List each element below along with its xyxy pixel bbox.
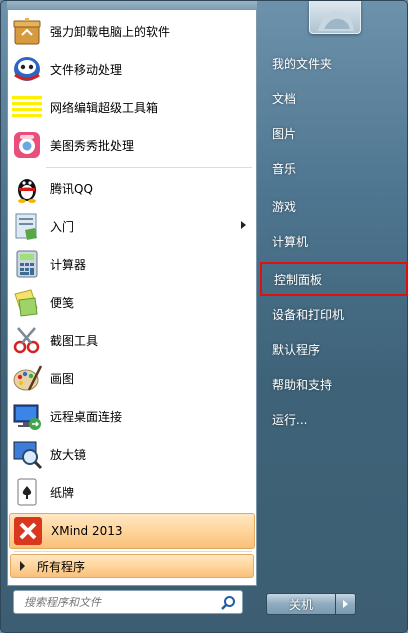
item-label: XMind 2013 — [51, 524, 123, 538]
file-move-icon — [14, 57, 40, 81]
place-documents[interactable]: 文档 — [260, 82, 408, 114]
shutdown-button[interactable]: 关机 — [266, 593, 336, 615]
shutdown-options-button[interactable] — [336, 593, 356, 615]
magnifier-icon — [13, 441, 43, 470]
meitu-icon — [14, 132, 40, 158]
place-label: 游戏 — [272, 199, 297, 214]
recent-item-magnifier[interactable]: 放大镜 — [8, 435, 256, 473]
item-label: 计算器 — [50, 257, 87, 272]
pinned-item-file-move[interactable]: 文件移动处理 — [8, 50, 256, 88]
item-label: 远程桌面连接 — [50, 409, 123, 424]
place-label: 图片 — [272, 126, 297, 141]
place-run[interactable]: 运行... — [260, 403, 408, 435]
item-label: 截图工具 — [50, 333, 99, 348]
recent-item-qq[interactable]: 腾讯QQ — [8, 169, 256, 207]
place-games[interactable]: 游戏 — [260, 190, 408, 222]
recent-item-xmind[interactable]: XMind 2013 — [9, 513, 255, 549]
item-label: 文件移动处理 — [50, 62, 123, 77]
calculator-icon — [16, 250, 38, 278]
place-computer[interactable]: 计算机 — [260, 225, 408, 257]
pinned-item-meitu[interactable]: 美图秀秀批处理 — [8, 126, 256, 164]
sticky-notes-icon — [14, 289, 38, 317]
search-box[interactable] — [13, 590, 243, 614]
chevron-right-icon — [343, 600, 348, 608]
place-label: 我的文件夹 — [272, 56, 333, 71]
programs-panel: 强力卸载电脑上的软件 文件移动处理 网络编辑超级工具箱 美图秀秀批处理 腾讯QQ… — [7, 9, 257, 586]
remote-desktop-icon — [13, 404, 41, 430]
item-label: 腾讯QQ — [50, 181, 93, 196]
divider — [46, 167, 252, 168]
place-devices-printers[interactable]: 设备和打印机 — [260, 298, 408, 330]
user-avatar[interactable] — [309, 1, 361, 34]
recent-item-calculator[interactable]: 计算器 — [8, 245, 256, 283]
recent-item-paint[interactable]: 画图 — [8, 359, 256, 397]
snipping-tool-icon — [13, 327, 40, 354]
top-strip — [7, 1, 257, 9]
divider — [14, 551, 252, 552]
pinned-item-uninstaller[interactable]: 强力卸载电脑上的软件 — [8, 12, 256, 50]
place-label: 计算机 — [272, 234, 309, 249]
getting-started-icon — [15, 213, 37, 240]
item-label: 强力卸载电脑上的软件 — [50, 24, 171, 39]
submenu-arrow-icon — [241, 221, 246, 229]
all-programs-button[interactable]: 所有程序 — [10, 554, 254, 578]
pinned-item-toolbox[interactable]: 网络编辑超级工具箱 — [8, 88, 256, 126]
solitaire-icon — [17, 478, 37, 506]
place-music[interactable]: 音乐 — [260, 152, 408, 184]
paint-icon — [13, 365, 43, 391]
recent-item-solitaire[interactable]: 纸牌 — [8, 473, 256, 511]
recent-item-getting-started[interactable]: 入门 — [8, 207, 256, 245]
item-label: 放大镜 — [50, 447, 87, 462]
search-input[interactable] — [24, 594, 214, 610]
item-label: 入门 — [50, 219, 75, 234]
place-label: 默认程序 — [272, 342, 321, 357]
recent-item-sticky-notes[interactable]: 便笺 — [8, 283, 256, 321]
uninstall-box-icon — [13, 18, 41, 45]
qq-penguin-icon — [18, 179, 36, 203]
place-label: 运行... — [272, 412, 308, 427]
expand-arrow-icon — [20, 561, 25, 571]
item-label: 纸牌 — [50, 485, 75, 500]
item-label: 便笺 — [50, 295, 75, 310]
shutdown-label: 关机 — [288, 597, 313, 612]
place-label: 音乐 — [272, 161, 297, 176]
item-label: 美图秀秀批处理 — [50, 138, 135, 153]
recent-item-remote-desktop[interactable]: 远程桌面连接 — [8, 397, 256, 435]
all-programs-label: 所有程序 — [37, 559, 86, 574]
start-menu: 强力卸载电脑上的软件 文件移动处理 网络编辑超级工具箱 美图秀秀批处理 腾讯QQ… — [0, 0, 408, 633]
place-help-support[interactable]: 帮助和支持 — [260, 368, 408, 400]
item-label: 网络编辑超级工具箱 — [50, 100, 159, 115]
recent-item-snipping-tool[interactable]: 截图工具 — [8, 321, 256, 359]
place-my-folder[interactable]: 我的文件夹 — [260, 47, 408, 79]
place-label: 帮助和支持 — [272, 377, 333, 392]
place-label: 设备和打印机 — [272, 307, 345, 322]
toolbox-stripes-icon — [12, 96, 42, 117]
avatar-picture-icon — [318, 10, 354, 31]
item-label: 画图 — [50, 371, 75, 386]
place-label: 控制面板 — [274, 272, 323, 287]
place-default-programs[interactable]: 默认程序 — [260, 333, 408, 365]
xmind-icon — [14, 517, 42, 545]
place-label: 文档 — [272, 91, 297, 106]
place-pictures[interactable]: 图片 — [260, 117, 408, 149]
place-control-panel[interactable]: 控制面板 — [260, 262, 408, 296]
search-icon[interactable] — [220, 595, 236, 611]
